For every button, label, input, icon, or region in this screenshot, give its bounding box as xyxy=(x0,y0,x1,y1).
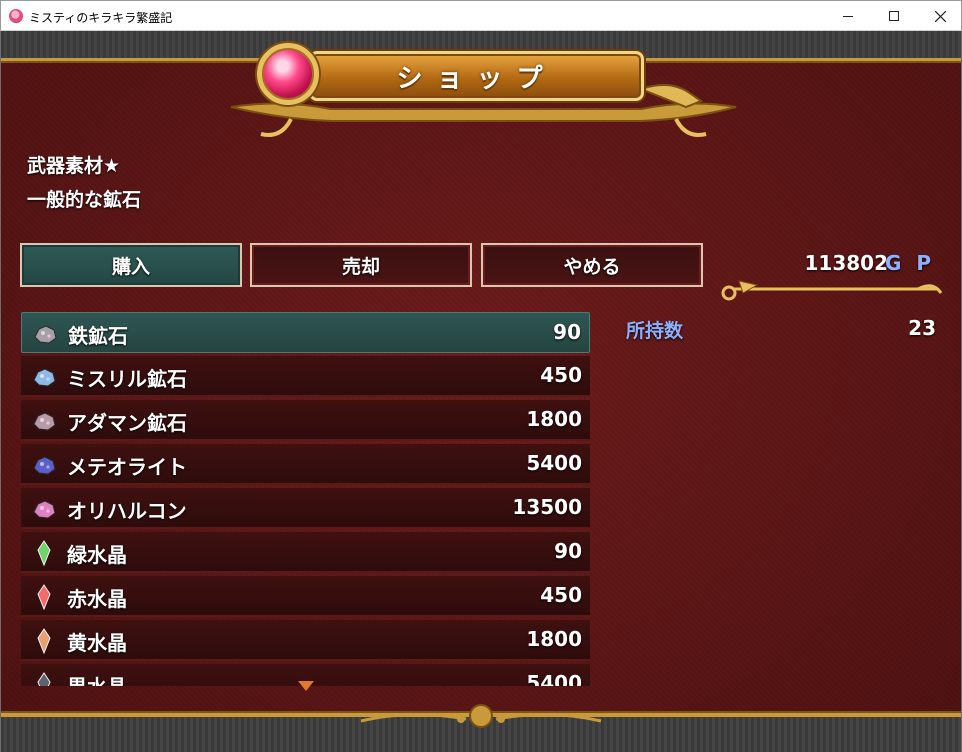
item-info-panel: 武器素材★ 一般的な鉱石 xyxy=(27,149,141,217)
gold-value: 113802 xyxy=(804,251,889,275)
item-price: 1800 xyxy=(526,407,582,431)
item-row[interactable]: ミスリル鉱石 450 xyxy=(21,356,590,397)
quit-label: やめる xyxy=(563,255,621,278)
quit-button[interactable]: やめる xyxy=(481,243,703,287)
item-row[interactable]: 赤水晶 450 xyxy=(21,576,590,617)
window-titlebar[interactable]: ミスティのキラキラ繁盛記 xyxy=(0,0,962,31)
item-category: 武器素材★ xyxy=(27,155,121,177)
item-price: 1800 xyxy=(526,627,582,651)
item-name: 緑水晶 xyxy=(67,543,127,567)
item-row[interactable]: メテオライト 5400 xyxy=(21,444,590,485)
item-price: 450 xyxy=(540,583,582,607)
game-screen: ショップ 武器素材★ 一般的な鉱石 購入 売却 やめる 113802 G P 所… xyxy=(1,31,961,752)
item-row[interactable]: 黄水晶 1800 xyxy=(21,620,590,661)
maximize-button[interactable] xyxy=(871,1,917,31)
gold-underline-ornament xyxy=(721,280,943,301)
item-price: 90 xyxy=(554,539,582,563)
item-price: 13500 xyxy=(512,495,582,519)
close-icon xyxy=(934,10,946,22)
iron-ore-icon xyxy=(34,325,57,344)
sell-button[interactable]: 売却 xyxy=(250,243,472,287)
app-icon xyxy=(9,9,23,23)
item-description: 一般的な鉱石 xyxy=(27,189,142,211)
item-row[interactable]: アダマン鉱石 1800 xyxy=(21,400,590,441)
pink-gem-icon xyxy=(257,43,319,105)
item-name: 鉄鉱石 xyxy=(68,324,128,348)
item-name: 赤水晶 xyxy=(67,587,127,611)
shop-banner: ショップ xyxy=(221,39,746,139)
gold-unit: G P xyxy=(884,251,935,275)
black-crystal-icon xyxy=(37,672,51,686)
buy-button[interactable]: 購入 xyxy=(20,243,242,287)
item-price: 90 xyxy=(553,320,581,344)
maximize-icon xyxy=(889,11,899,21)
meteorite-icon xyxy=(33,456,56,475)
mithril-ore-icon xyxy=(33,368,56,387)
bottom-ornament xyxy=(360,704,602,728)
red-crystal-icon xyxy=(37,584,51,610)
minimize-icon xyxy=(843,15,853,17)
owned-count: 23 xyxy=(908,316,936,340)
owned-label: 所持数 xyxy=(626,320,684,342)
item-name: ミスリル鉱石 xyxy=(67,367,187,391)
scroll-down-arrow-icon[interactable] xyxy=(298,681,314,691)
gold-display: 113802 G P xyxy=(713,251,943,301)
item-row[interactable]: オリハルコン 13500 xyxy=(21,488,590,529)
item-name: 黒水晶 xyxy=(67,671,127,686)
window-title: ミスティのキラキラ繁盛記 xyxy=(29,11,173,25)
shop-title: ショップ xyxy=(396,63,557,94)
item-name: アダマン鉱石 xyxy=(67,411,187,435)
item-row[interactable]: 緑水晶 90 xyxy=(21,532,590,573)
buy-label: 購入 xyxy=(111,255,150,278)
sell-label: 売却 xyxy=(341,255,380,278)
orichalcum-icon xyxy=(33,500,56,519)
item-name: オリハルコン xyxy=(67,499,187,523)
item-price: 5400 xyxy=(526,451,582,475)
yellow-crystal-icon xyxy=(37,628,51,654)
item-list[interactable]: 鉄鉱石 90 ミスリル鉱石 450 アダマン鉱石 1800 メテオライト 5400 オリハルコン… xyxy=(21,312,590,686)
item-price: 5400 xyxy=(526,671,582,686)
item-price: 450 xyxy=(540,363,582,387)
item-name: 黄水晶 xyxy=(67,631,127,655)
close-button[interactable] xyxy=(917,1,962,31)
adaman-ore-icon xyxy=(33,412,56,431)
item-name: メテオライト xyxy=(67,455,187,479)
item-row[interactable]: 鉄鉱石 90 xyxy=(21,312,590,353)
green-crystal-icon xyxy=(37,540,51,566)
minimize-button[interactable] xyxy=(825,1,871,31)
